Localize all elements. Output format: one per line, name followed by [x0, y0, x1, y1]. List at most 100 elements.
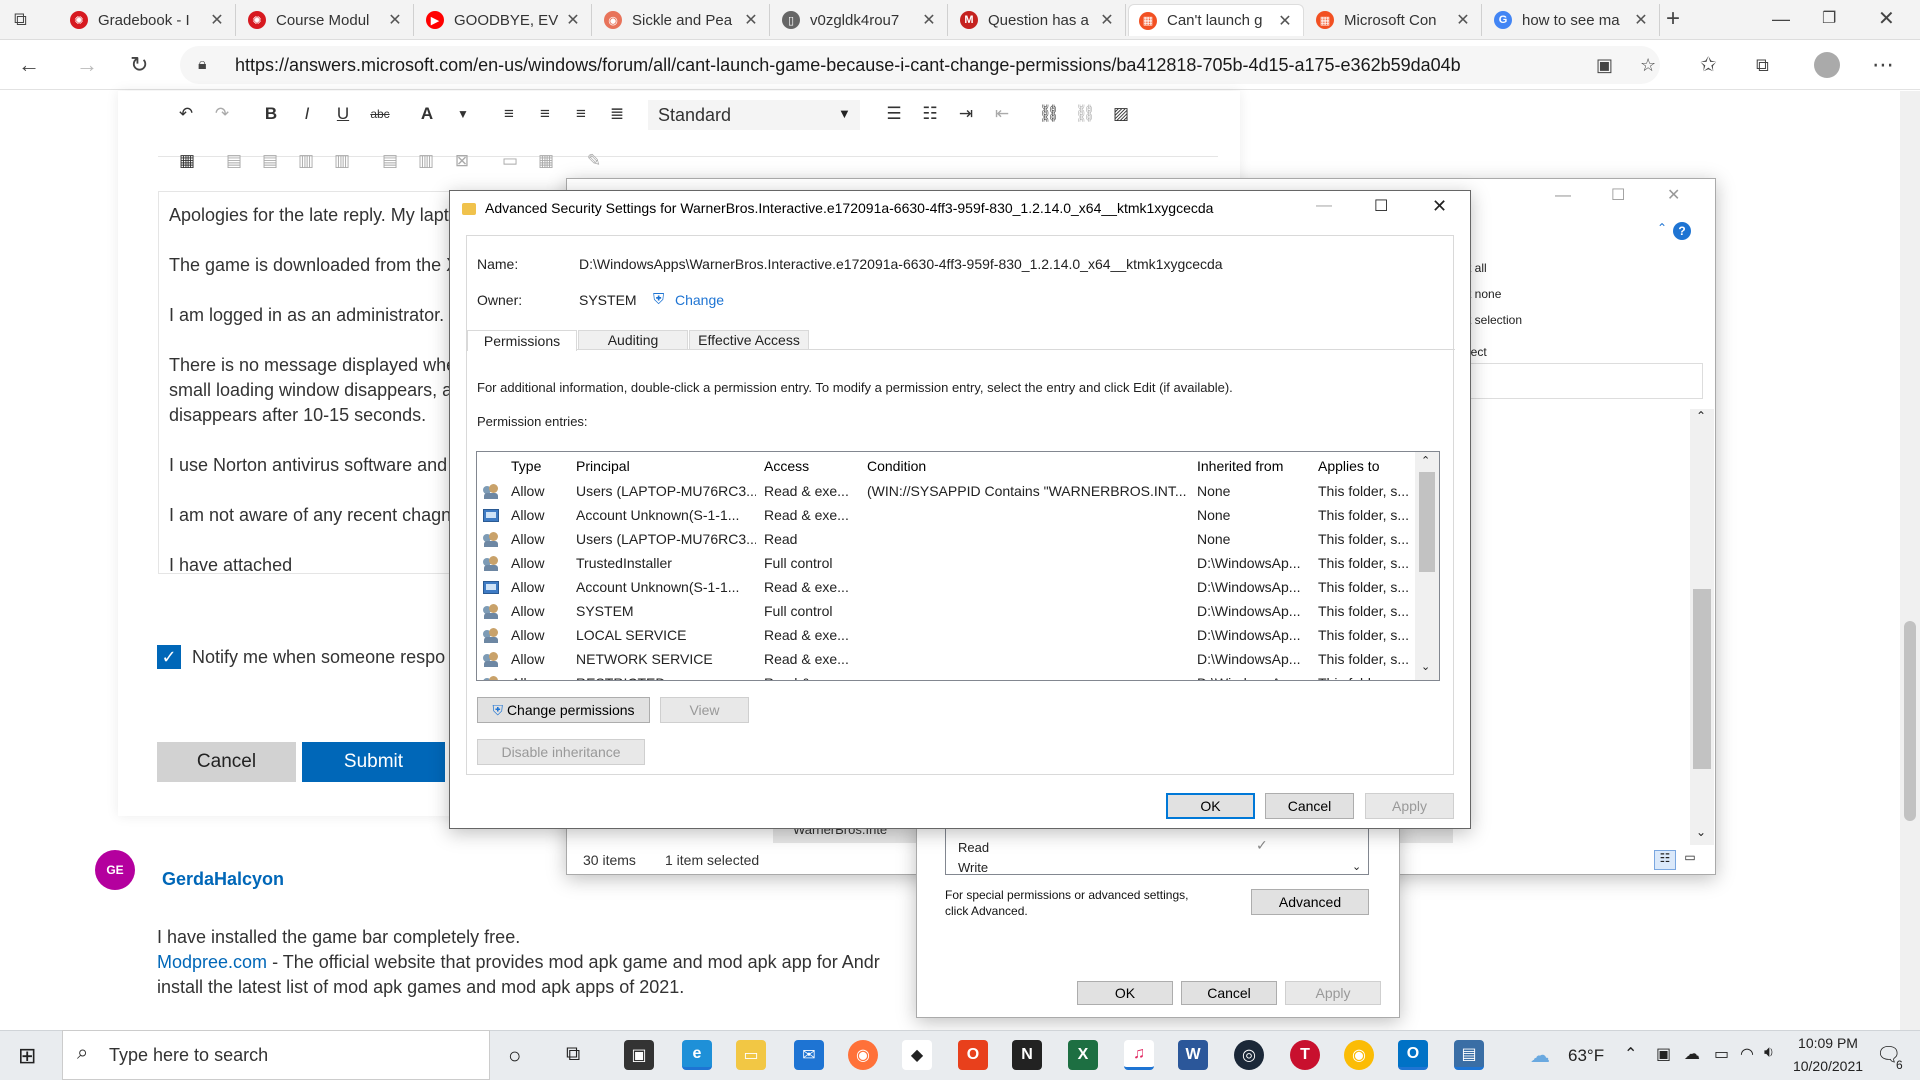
browser-tab[interactable]: ◉ Sickle and Pea ✕: [594, 4, 770, 36]
insert-row-above-icon[interactable]: ▤: [220, 148, 248, 174]
chevron-up-icon[interactable]: ⌃: [1624, 1044, 1637, 1064]
cancel-button[interactable]: Cancel: [157, 742, 296, 782]
close-window-icon[interactable]: ✕: [1878, 6, 1895, 32]
change-owner-link[interactable]: Change: [675, 292, 724, 308]
table-row[interactable]: Allow NETWORK SERVICE Read & exe... D:\Wind…: [477, 648, 1417, 672]
dropbox-icon[interactable]: ◆: [902, 1040, 932, 1070]
file-explorer-icon[interactable]: ▭: [736, 1040, 766, 1070]
view-button[interactable]: View: [660, 697, 749, 723]
cancel-dialog-button[interactable]: Cancel: [1265, 793, 1354, 819]
font-color-icon[interactable]: A: [413, 101, 441, 127]
delete-table-icon[interactable]: ⊠: [448, 148, 476, 174]
url-text[interactable]: https://answers.microsoft.com/en-us/wind…: [235, 52, 1461, 78]
tab-actions-icon[interactable]: ⧉: [14, 6, 27, 32]
merge-cells-icon[interactable]: ▭: [496, 148, 524, 174]
table-properties-icon[interactable]: ✎: [580, 148, 608, 174]
firefox-icon[interactable]: ◉: [848, 1040, 878, 1070]
collections-icon[interactable]: ⧉: [1756, 52, 1769, 78]
table-row[interactable]: Allow TrustedInstaller Full control D:\Wind…: [477, 552, 1417, 576]
edge-icon[interactable]: e: [682, 1040, 712, 1070]
notify-checkbox[interactable]: ✓: [157, 645, 181, 669]
browser-tab[interactable]: ▦ Microsoft Con ✕: [1306, 4, 1482, 36]
notion-icon[interactable]: N: [1012, 1040, 1042, 1070]
refresh-icon[interactable]: ↻: [130, 52, 148, 78]
justify-icon[interactable]: ≣: [603, 101, 631, 127]
ok-button[interactable]: OK: [1166, 793, 1255, 819]
details-view-icon[interactable]: ☷: [1654, 850, 1676, 870]
reply-link[interactable]: Modpree.com: [157, 952, 267, 972]
permissions-list[interactable]: Read ✓ Write ⌄: [945, 825, 1369, 875]
maximize-icon[interactable]: ☐: [1611, 185, 1625, 205]
image-icon[interactable]: ▨: [1107, 101, 1135, 127]
new-tab-button[interactable]: +: [1666, 6, 1680, 32]
cortana-icon[interactable]: ○: [508, 1043, 521, 1069]
clock-time[interactable]: 10:09 PM: [1790, 1035, 1866, 1051]
editor-paragraph[interactable]: I am not aware of any recent chagne: [169, 503, 461, 528]
align-center-icon[interactable]: ≡: [531, 101, 559, 127]
col-applies[interactable]: Applies to: [1318, 458, 1379, 474]
table-row[interactable]: Allow Account Unknown(S-1-1... Read & exe.…: [477, 576, 1417, 600]
props-apply-button[interactable]: Apply: [1285, 981, 1381, 1005]
meet-now-icon[interactable]: ▣: [1656, 1044, 1671, 1064]
tab-permissions[interactable]: Permissions: [467, 330, 577, 351]
editor-paragraph[interactable]: Apologies for the late reply. My lapto: [169, 203, 459, 228]
browser-tab[interactable]: M Question has a ✕: [950, 4, 1126, 36]
favorite-add-icon[interactable]: ☆: [1640, 52, 1656, 78]
maximize-icon[interactable]: ☐: [1374, 196, 1388, 216]
weather-temp[interactable]: 63°F: [1568, 1046, 1604, 1066]
browser-tab[interactable]: ▦ Can't launch g ✕: [1128, 4, 1304, 36]
profile-avatar[interactable]: [1814, 52, 1840, 78]
clock-date[interactable]: 10/20/2021: [1790, 1058, 1866, 1074]
tab-close-icon[interactable]: ✕: [565, 10, 581, 30]
strikethrough-icon[interactable]: abc: [366, 101, 394, 127]
editor-paragraph[interactable]: I am logged in as an administrator.: [169, 303, 444, 328]
volume-icon[interactable]: 🔉︎: [1764, 1044, 1774, 1062]
search-box[interactable]: [1467, 363, 1703, 399]
browser-tab[interactable]: ✺ Course Modul ✕: [238, 4, 414, 36]
table-icon[interactable]: ▦: [173, 148, 201, 174]
browser-tab[interactable]: ✺ Gradebook - I ✕: [60, 4, 236, 36]
unlink-icon[interactable]: ⛓: [1071, 101, 1099, 127]
undo-icon[interactable]: ↶: [172, 101, 200, 127]
col-access[interactable]: Access: [764, 458, 809, 474]
network-tool-icon[interactable]: ▤: [1454, 1040, 1484, 1070]
editor-paragraph[interactable]: I use Norton antivirus software and t: [169, 453, 457, 478]
tab-close-icon[interactable]: ✕: [209, 10, 225, 30]
reply-author[interactable]: GerdaHalcyon: [162, 869, 284, 890]
table-row[interactable]: Allow RESTRICTED Read & exe... D:\WindowsAp…: [477, 672, 1417, 680]
help-icon[interactable]: ?: [1673, 222, 1691, 240]
outdent-icon[interactable]: ⇤: [988, 101, 1016, 127]
browser-tab[interactable]: ▯ v0zgldk4rou7 ✕: [772, 4, 948, 36]
office-icon[interactable]: O: [958, 1040, 988, 1070]
mail-icon[interactable]: ✉: [794, 1040, 824, 1070]
bullet-list-icon[interactable]: ☷: [916, 101, 944, 127]
table-row[interactable]: Allow Users (LAPTOP-MU76RC3... Read None Thi…: [477, 528, 1417, 552]
tab-auditing[interactable]: Auditing: [578, 330, 688, 350]
steam-icon[interactable]: ◎: [1234, 1040, 1264, 1070]
onedrive-icon[interactable]: ☁: [1684, 1044, 1700, 1064]
app-t-icon[interactable]: T: [1290, 1040, 1320, 1070]
props-cancel-button[interactable]: Cancel: [1181, 981, 1277, 1005]
more-menu-icon[interactable]: ⋯: [1872, 52, 1894, 78]
battery-icon[interactable]: ▭: [1714, 1044, 1729, 1064]
forward-icon[interactable]: →: [76, 52, 98, 78]
link-icon[interactable]: ⛓: [1035, 101, 1063, 127]
redo-icon[interactable]: ↷: [208, 101, 236, 127]
table-row[interactable]: Allow Account Unknown(S-1-1... Read & exe.…: [477, 504, 1417, 528]
tab-close-icon[interactable]: ✕: [1455, 10, 1471, 30]
tab-close-icon[interactable]: ✕: [921, 10, 937, 30]
font-color-dropdown-icon[interactable]: ▼: [449, 101, 477, 127]
explorer-scrollbar[interactable]: ⌃ ⌄: [1690, 409, 1714, 845]
store-icon[interactable]: ▣: [624, 1040, 654, 1070]
favorites-icon[interactable]: ✩: [1700, 52, 1717, 78]
editor-paragraph[interactable]: There is no message displayed when: [169, 353, 466, 378]
underline-icon[interactable]: U: [329, 101, 357, 127]
task-view-icon[interactable]: ⧉: [566, 1043, 580, 1066]
change-permissions-button[interactable]: ⛨ Change permissions: [477, 697, 650, 723]
excel-icon[interactable]: X: [1068, 1040, 1098, 1070]
editor-paragraph[interactable]: The game is downloaded from the X: [169, 253, 458, 278]
delete-row-icon[interactable]: ▤: [376, 148, 404, 174]
table-row[interactable]: Allow SYSTEM Full control D:\WindowsAp... Th…: [477, 600, 1417, 624]
restore-icon[interactable]: ❐: [1822, 6, 1836, 32]
italic-icon[interactable]: I: [293, 101, 321, 127]
